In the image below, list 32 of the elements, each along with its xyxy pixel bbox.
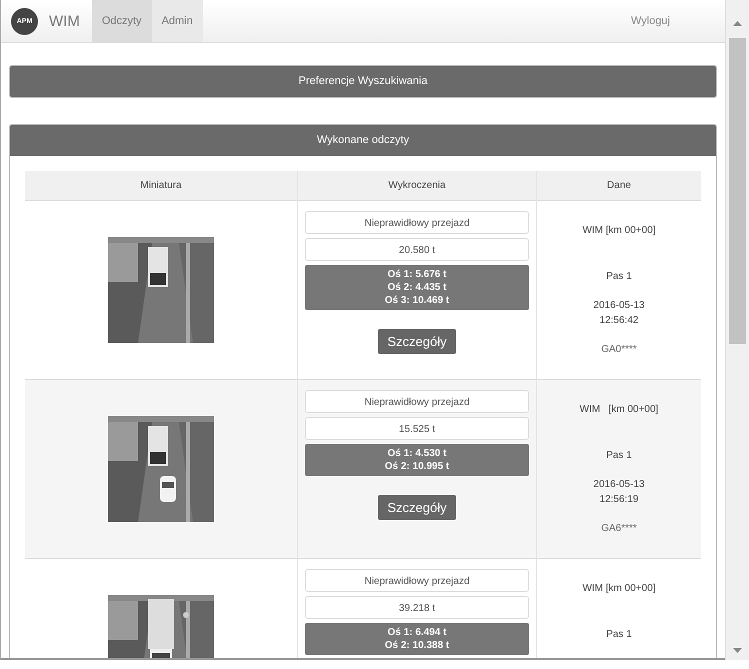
total-weight: 39.218 t [305,596,529,619]
violation-label: Nieprawidłowy przejazd [305,390,529,413]
location-text: WIM [km 00+00] [582,582,656,596]
panel-title[interactable]: Preferencje Wyszukiwania [10,66,716,97]
column-header: Wykroczenia [388,180,446,191]
details-button[interactable]: Szczegóły [378,329,456,354]
location-text: WIM [km 00+00] [580,403,658,417]
nav-tab[interactable]: Admin [152,0,203,42]
violation-label: Nieprawidłowy przejazd [305,211,529,234]
brand-name[interactable]: WIM [49,12,80,30]
time-text: 12:56:19 [600,493,638,507]
nav-tab[interactable]: Odczyty [92,0,152,42]
details-button[interactable]: Szczegóły [378,495,456,520]
axle-weights: Oś 1: 6.494 t Oś 2: 10.388 t [305,623,529,655]
date-text: 2016-05-13 [593,299,645,313]
axle-weights: Oś 1: 5.676 t Oś 2: 4.435 t Oś 3: 10.469 t [305,265,529,310]
total-weight: 15.525 t [305,417,529,440]
column-header: Dane [607,180,631,191]
date-text: 2016-05-13 [593,478,645,492]
lane-text: Pas 1 [606,628,632,642]
location-text: WIM [km 00+00] [582,224,656,238]
plate-text: GA6**** [601,522,637,536]
time-text: 12:56:42 [600,314,638,328]
axle-weights: Oś 1: 4.530 t Oś 2: 10.995 t [305,444,529,476]
total-weight: 20.580 t [305,238,529,261]
logout-link[interactable]: Wyloguj [630,15,670,27]
lane-text: Pas 1 [606,270,632,284]
plate-text: GA0**** [601,343,637,357]
violation-label: Nieprawidłowy przejazd [305,569,529,592]
panel-title[interactable]: Wykonane odczyty [10,125,716,156]
lane-text: Pas 1 [606,449,632,463]
column-header: Miniatura [140,180,182,191]
